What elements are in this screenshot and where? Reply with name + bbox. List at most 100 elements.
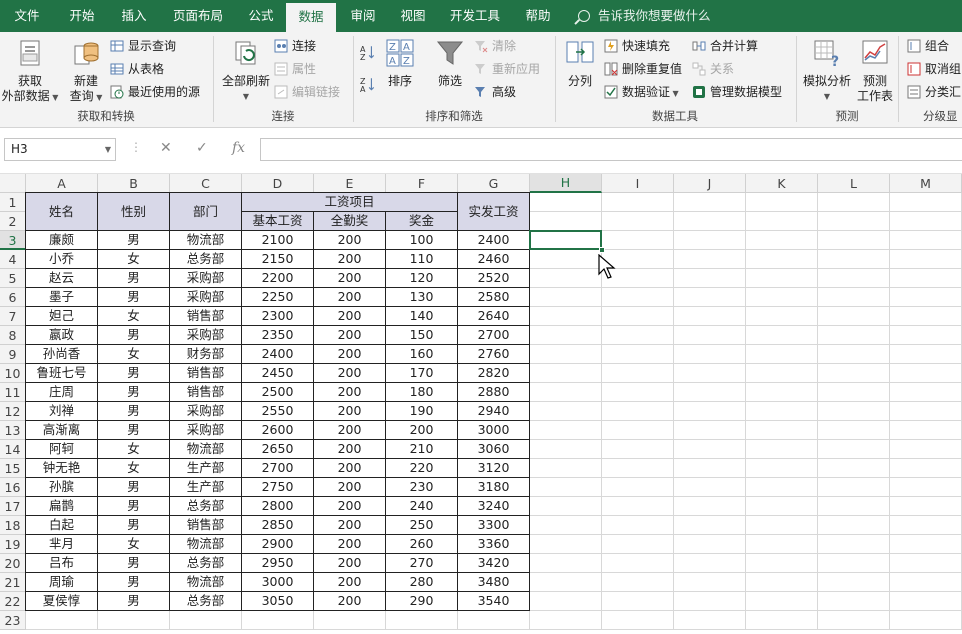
header-attendance-bonus[interactable]: 全勤奖 [313,211,386,231]
table-cell[interactable]: 2520 [457,268,530,288]
table-cell[interactable]: 嬴政 [25,325,98,345]
grid-cell[interactable] [530,478,602,497]
refresh-all-button[interactable]: 全部刷新 ▼ [216,38,276,104]
table-cell[interactable]: 男 [97,325,170,345]
table-cell[interactable]: 高渐离 [25,420,98,440]
column-header-E[interactable]: E [314,174,386,193]
table-cell[interactable]: 3000 [241,572,314,592]
table-cell[interactable]: 白起 [25,515,98,535]
column-header-F[interactable]: F [386,174,458,193]
table-cell[interactable]: 190 [385,401,458,421]
tab-page-layout[interactable]: 页面布局 [160,0,236,32]
grid-cell[interactable] [602,573,674,592]
table-cell[interactable]: 2250 [241,287,314,307]
grid-cell[interactable] [746,440,818,459]
table-cell[interactable]: 男 [97,572,170,592]
table-cell[interactable]: 男 [97,230,170,250]
table-cell[interactable]: 240 [385,496,458,516]
enter-icon[interactable]: ✓ [196,140,208,156]
table-cell[interactable]: 男 [97,477,170,497]
column-header-G[interactable]: G [458,174,530,193]
connections-button[interactable]: 连接 [274,36,316,56]
column-header-B[interactable]: B [98,174,170,193]
grid-cell[interactable] [602,231,674,250]
table-cell[interactable]: 2900 [241,534,314,554]
from-table-button[interactable]: 从表格 [110,59,164,79]
tab-view[interactable]: 视图 [388,0,438,32]
grid-cell[interactable] [602,554,674,573]
header-base-salary[interactable]: 基本工资 [241,211,314,231]
table-cell[interactable]: 2450 [241,363,314,383]
table-cell[interactable]: 100 [385,230,458,250]
group-button[interactable]: 组合 [907,36,949,56]
row-header-2[interactable]: 2 [0,212,26,231]
table-cell[interactable]: 200 [313,230,386,250]
grid-cell[interactable] [890,364,962,383]
grid-cell[interactable] [602,212,674,231]
table-cell[interactable]: 2700 [241,458,314,478]
table-cell[interactable]: 男 [97,401,170,421]
flash-fill-button[interactable]: 快速填充 [604,36,670,56]
tab-developer[interactable]: 开发工具 [440,0,510,32]
grid-cell[interactable] [674,459,746,478]
table-cell[interactable]: 200 [313,591,386,611]
grid-cell[interactable] [746,554,818,573]
grid-cell[interactable] [674,231,746,250]
table-cell[interactable]: 200 [313,363,386,383]
ungroup-button[interactable]: 取消组 [907,59,961,79]
row-header-22[interactable]: 22 [0,592,26,611]
table-cell[interactable]: 200 [313,572,386,592]
table-cell[interactable]: 3050 [241,591,314,611]
grid-cell[interactable] [818,535,890,554]
grid-cell[interactable] [890,573,962,592]
recent-sources-button[interactable]: 最近使用的源 [110,82,200,102]
table-cell[interactable]: 2500 [241,382,314,402]
table-cell[interactable]: 3060 [457,439,530,459]
table-cell[interactable]: 200 [313,496,386,516]
table-cell[interactable]: 孙尚香 [25,344,98,364]
row-header-10[interactable]: 10 [0,364,26,383]
table-cell[interactable]: 销售部 [169,363,242,383]
table-cell[interactable]: 钟无艳 [25,458,98,478]
show-queries-button[interactable]: 显示查询 [110,36,176,56]
column-header-I[interactable]: I [602,174,674,193]
grid-cell[interactable] [602,440,674,459]
grid-cell[interactable] [746,231,818,250]
table-cell[interactable]: 女 [97,306,170,326]
column-header-J[interactable]: J [674,174,746,193]
table-cell[interactable]: 廉颇 [25,230,98,250]
grid-cell[interactable] [818,611,890,630]
table-cell[interactable]: 2400 [241,344,314,364]
sort-ascending-button[interactable]: AZ [360,42,380,62]
grid-cell[interactable] [746,383,818,402]
table-cell[interactable]: 女 [97,344,170,364]
grid-cell[interactable] [530,326,602,345]
grid-cell[interactable] [890,535,962,554]
table-cell[interactable]: 2760 [457,344,530,364]
table-cell[interactable]: 3180 [457,477,530,497]
tab-formulas[interactable]: 公式 [236,0,286,32]
grid-cell[interactable] [890,212,962,231]
tab-help[interactable]: 帮助 [512,0,564,32]
grid-cell[interactable] [890,383,962,402]
tab-insert[interactable]: 插入 [108,0,160,32]
new-query-button[interactable]: 新建 查询 ▼ [64,38,108,105]
grid-cell[interactable] [746,193,818,212]
grid-cell[interactable] [818,193,890,212]
forecast-sheet-button[interactable]: 预测 工作表 [853,38,897,104]
grid-cell[interactable] [818,231,890,250]
grid-cell[interactable] [818,345,890,364]
grid-cell[interactable] [890,478,962,497]
table-cell[interactable]: 销售部 [169,382,242,402]
grid-cell[interactable] [746,345,818,364]
table-cell[interactable]: 男 [97,268,170,288]
table-cell[interactable]: 200 [385,420,458,440]
advanced-filter-button[interactable]: 高级 [474,82,516,102]
table-cell[interactable]: 总务部 [169,553,242,573]
grid-cell[interactable] [674,554,746,573]
table-cell[interactable]: 3420 [457,553,530,573]
table-cell[interactable]: 200 [313,268,386,288]
row-header-1[interactable]: 1 [0,193,26,212]
name-box[interactable]: H3 ▼ [4,138,116,161]
table-cell[interactable]: 200 [313,534,386,554]
